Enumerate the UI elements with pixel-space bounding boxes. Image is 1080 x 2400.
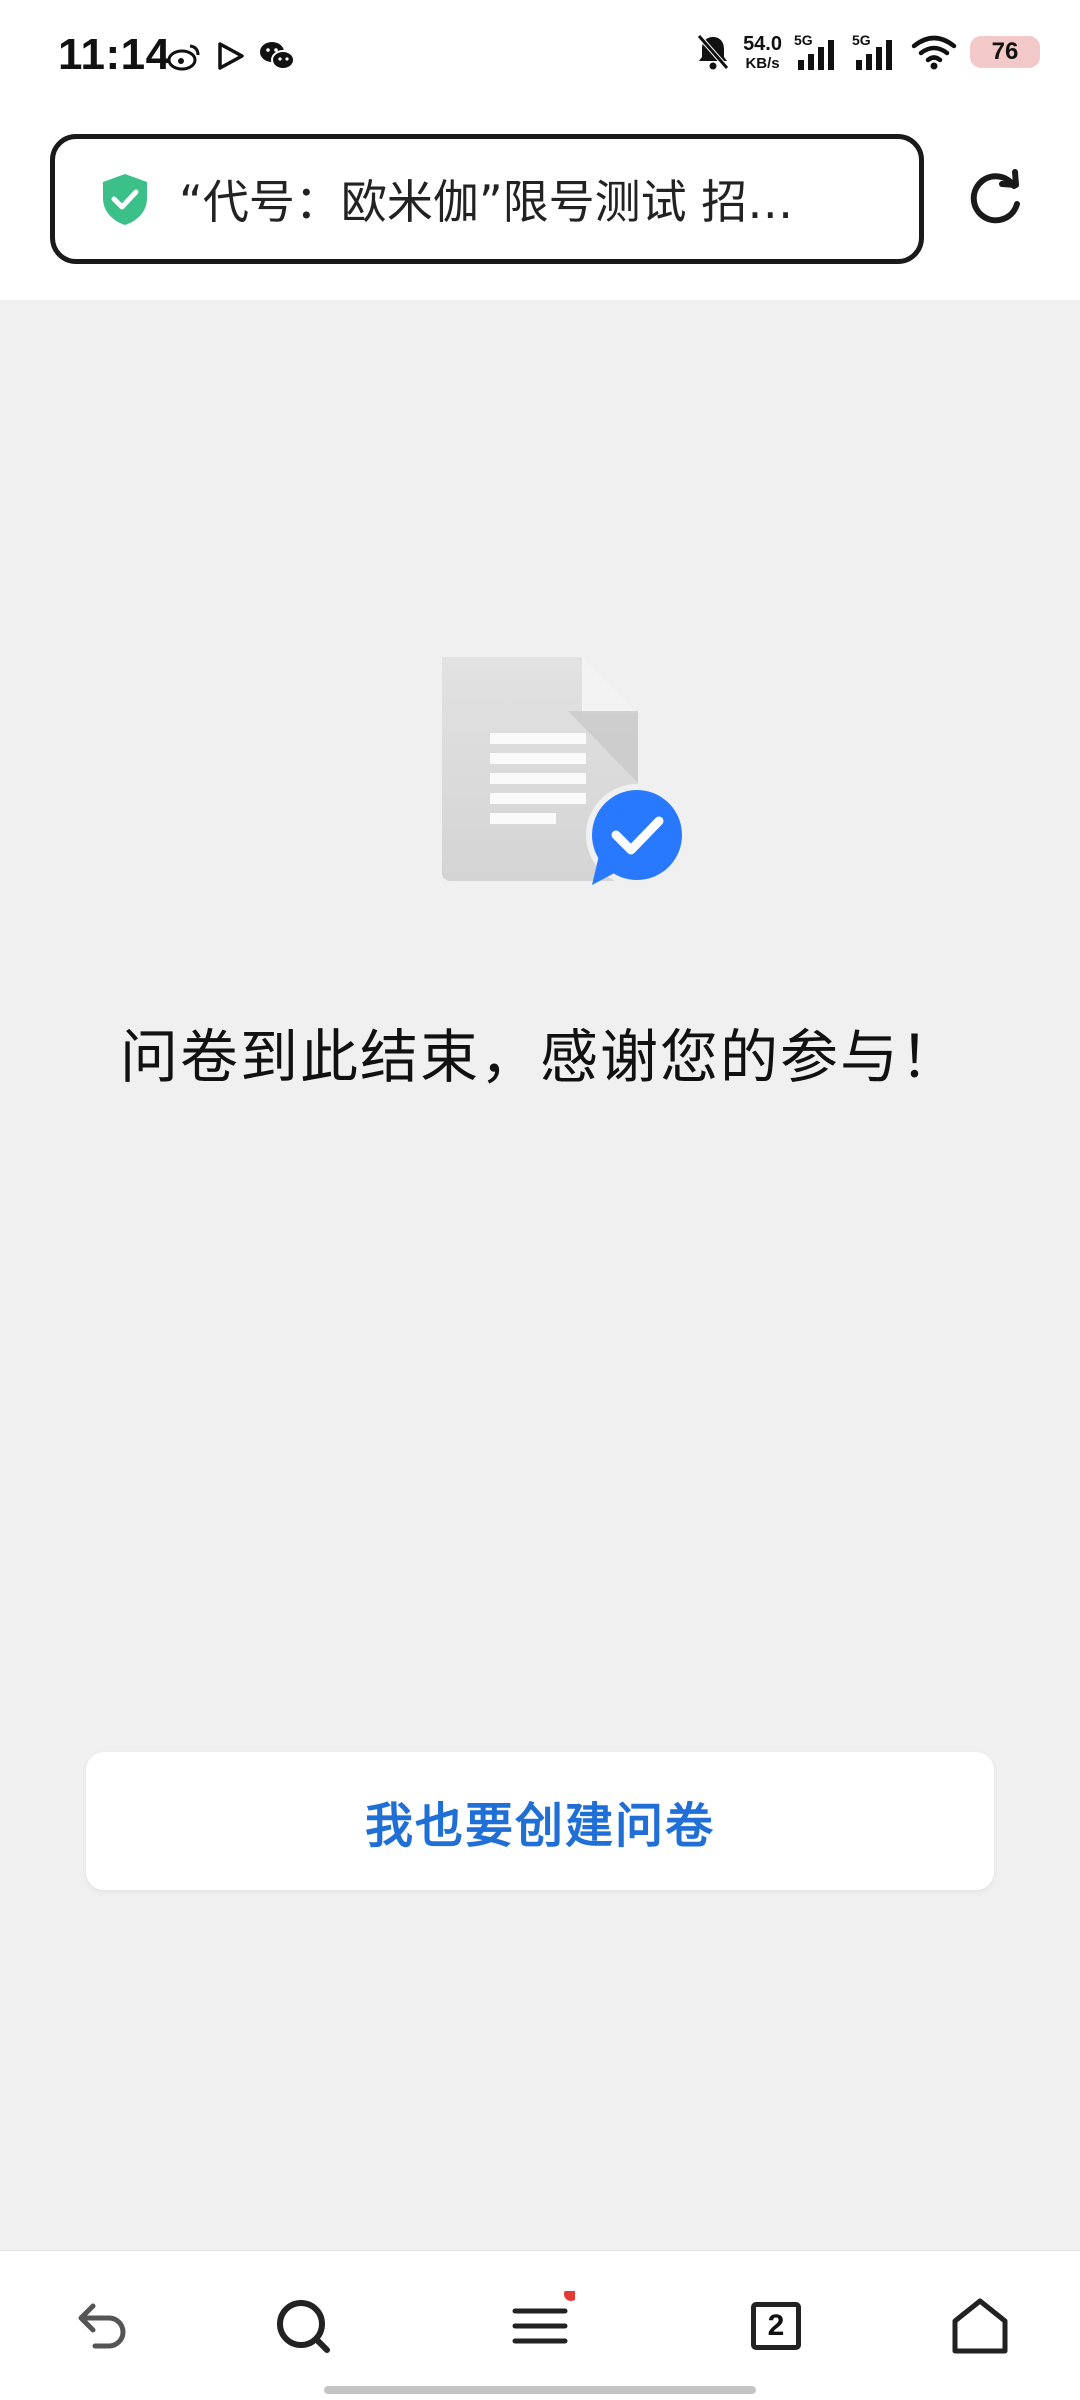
nav-search[interactable] bbox=[268, 2291, 338, 2361]
nav-back[interactable] bbox=[66, 2291, 136, 2361]
create-survey-button[interactable]: 我也要创建问卷 bbox=[86, 1752, 994, 1890]
bottom-navigation: 2 bbox=[0, 2250, 1080, 2400]
signal-icon bbox=[856, 40, 892, 70]
back-icon bbox=[78, 2303, 126, 2349]
notification-dot bbox=[564, 2291, 575, 2301]
page-title: “代号：欧米伽”限号测试 招… bbox=[179, 175, 794, 229]
menu-icon bbox=[512, 2291, 575, 2344]
page-content bbox=[0, 300, 1080, 2250]
search-icon bbox=[277, 2300, 330, 2353]
signal-sim1: 5G bbox=[794, 32, 840, 72]
tabs-icon: 2 bbox=[751, 2302, 801, 2350]
signal-icon bbox=[798, 40, 834, 70]
address-bar: “代号：欧米伽”限号测试 招… bbox=[0, 118, 1080, 300]
nav-tabs[interactable]: 2 bbox=[741, 2291, 811, 2361]
weibo-icon bbox=[167, 44, 200, 71]
document-complete-icon bbox=[442, 657, 688, 886]
play-icon bbox=[218, 42, 244, 70]
network-speed-value: 54.0 bbox=[743, 32, 782, 55]
wifi-icon bbox=[911, 35, 957, 70]
home-indicator[interactable] bbox=[324, 2386, 756, 2394]
network-speed-unit: KB/s bbox=[745, 54, 780, 72]
reload-icon[interactable] bbox=[964, 168, 1026, 230]
network-speed: 54.0 KB/s bbox=[743, 34, 782, 71]
nav-menu[interactable] bbox=[505, 2291, 575, 2361]
status-notification-icons bbox=[166, 38, 296, 74]
status-bar: 11:14 54.0 KB/s 5G 5G 76 bbox=[0, 0, 1080, 118]
url-field[interactable]: “代号：欧米伽”限号测试 招… bbox=[50, 134, 924, 264]
mute-bell-icon bbox=[697, 34, 729, 70]
signal-sim2: 5G bbox=[852, 32, 898, 72]
nav-home[interactable] bbox=[945, 2291, 1015, 2361]
shield-check-icon bbox=[103, 174, 147, 225]
home-icon bbox=[952, 2298, 1008, 2354]
status-system-icons: 54.0 KB/s 5G 5G 76 bbox=[695, 32, 1040, 72]
wechat-icon bbox=[260, 42, 295, 70]
status-time: 11:14 bbox=[58, 30, 171, 79]
battery-icon: 76 bbox=[970, 36, 1040, 68]
survey-end-message: 问卷到此结束，感谢您的参与！ bbox=[119, 1023, 960, 1091]
